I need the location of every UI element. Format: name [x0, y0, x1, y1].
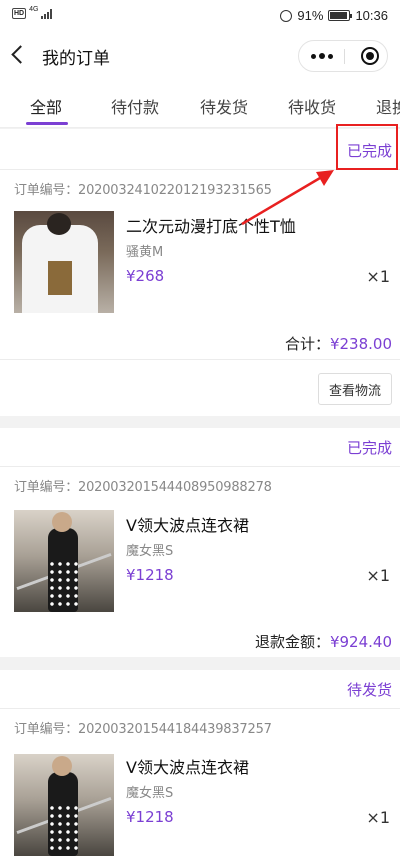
- annotation-arrow-icon: [241, 170, 334, 226]
